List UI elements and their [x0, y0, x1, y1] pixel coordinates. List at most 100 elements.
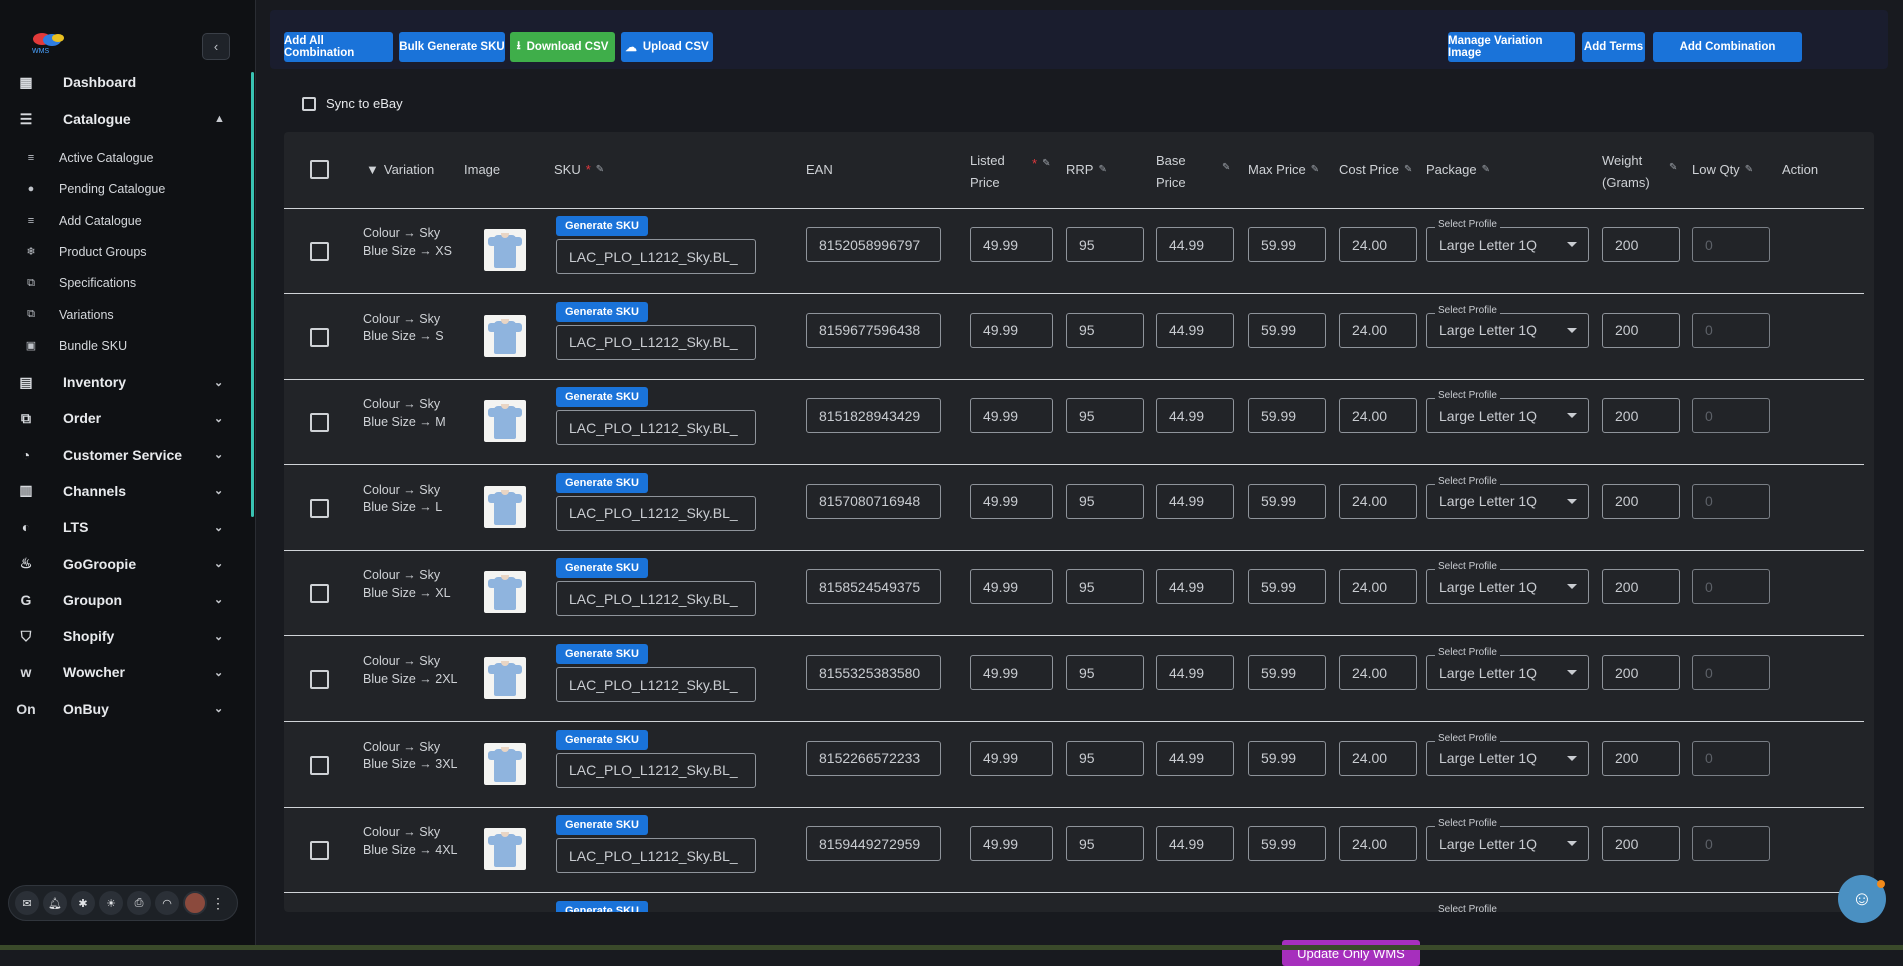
- ean-input[interactable]: 8152266572233: [806, 741, 941, 776]
- base-price-input[interactable]: 44.99: [1156, 484, 1234, 519]
- mail-icon[interactable]: ✉: [15, 891, 39, 915]
- nav-channels[interactable]: ▥Channels⌄: [0, 473, 240, 509]
- weight-input[interactable]: 200: [1602, 655, 1680, 690]
- user-avatar[interactable]: [183, 891, 207, 915]
- nav-onbuy[interactable]: OnOnBuy⌄: [0, 691, 240, 727]
- max-price-input[interactable]: 59.99: [1248, 569, 1326, 604]
- sidebar-item-bundle-sku[interactable]: ▣Bundle SKU: [0, 331, 240, 361]
- download-csv-button[interactable]: ⭳ Download CSV: [510, 32, 615, 62]
- ean-input[interactable]: 8159677596438: [806, 313, 941, 348]
- row-checkbox[interactable]: [310, 756, 329, 775]
- low-qty-input[interactable]: 0: [1692, 484, 1770, 519]
- cost-price-input[interactable]: 24.00: [1339, 569, 1417, 604]
- generate-sku-button[interactable]: Generate SKU: [556, 473, 648, 493]
- update-only-wms-button[interactable]: Update Only WMS: [1282, 940, 1420, 966]
- listed-price-input[interactable]: 49.99: [970, 826, 1053, 861]
- cost-price-input[interactable]: 24.00: [1339, 484, 1417, 519]
- base-price-input[interactable]: 44.99: [1156, 826, 1234, 861]
- add-terms-button[interactable]: Add Terms: [1582, 32, 1645, 62]
- edit-base-price-pencil-icon[interactable]: ✎: [1222, 162, 1230, 173]
- low-qty-input[interactable]: 0: [1692, 569, 1770, 604]
- sku-input[interactable]: LAC_PLO_L1212_Sky.BL_: [556, 325, 756, 360]
- edit-weight-pencil-icon[interactable]: ✎: [1669, 162, 1677, 173]
- base-price-input[interactable]: 44.99: [1156, 227, 1234, 262]
- generate-sku-button[interactable]: Generate SKU: [556, 644, 648, 664]
- sidebar-scrollbar[interactable]: [251, 72, 254, 517]
- generate-sku-button[interactable]: Generate SKU: [556, 216, 648, 236]
- ean-input[interactable]: 8159449272959: [806, 826, 941, 861]
- rrp-input[interactable]: 95: [1066, 398, 1144, 433]
- nav-groupon[interactable]: GGroupon⌄: [0, 582, 240, 618]
- max-price-input[interactable]: 59.99: [1248, 227, 1326, 262]
- row-checkbox[interactable]: [310, 584, 329, 603]
- max-price-input[interactable]: 59.99: [1248, 484, 1326, 519]
- low-qty-input[interactable]: 0: [1692, 227, 1770, 262]
- cost-price-input[interactable]: 24.00: [1339, 398, 1417, 433]
- edit-low-qty-pencil-icon[interactable]: ✎: [1745, 164, 1753, 175]
- max-price-input[interactable]: 59.99: [1248, 826, 1326, 861]
- package-select[interactable]: Select ProfileLarge Letter 1Q: [1426, 313, 1589, 348]
- sidebar-item-product-groups[interactable]: ❄Product Groups: [0, 237, 240, 267]
- theme-sun-icon[interactable]: ☀: [99, 891, 123, 915]
- add-all-combination-button[interactable]: Add All Combination: [284, 32, 393, 62]
- package-select[interactable]: Select ProfileLarge Letter 1Q: [1426, 741, 1589, 776]
- nav-inventory[interactable]: ▤Inventory⌄: [0, 364, 240, 400]
- variation-image[interactable]: [484, 571, 526, 613]
- sku-input[interactable]: LAC_PLO_L1212_Sky.BL_: [556, 581, 756, 616]
- filter-icon[interactable]: ▼: [366, 162, 379, 177]
- weight-input[interactable]: 200: [1602, 826, 1680, 861]
- cost-price-input[interactable]: 24.00: [1339, 826, 1417, 861]
- sidebar-item-active-catalogue[interactable]: ≡Active Catalogue: [0, 143, 240, 173]
- listed-price-input[interactable]: 49.99: [970, 569, 1053, 604]
- cost-price-input[interactable]: 24.00: [1339, 655, 1417, 690]
- listed-price-input[interactable]: 49.99: [970, 484, 1053, 519]
- sku-input[interactable]: LAC_PLO_L1212_Sky.BL_: [556, 239, 756, 274]
- weight-input[interactable]: 200: [1602, 569, 1680, 604]
- generate-sku-button[interactable]: Generate SKU: [556, 302, 648, 322]
- base-price-input[interactable]: 44.99: [1156, 741, 1234, 776]
- sku-input[interactable]: LAC_PLO_L1212_Sky.BL_: [556, 753, 756, 788]
- cost-price-input[interactable]: 24.00: [1339, 313, 1417, 348]
- listed-price-input[interactable]: 49.99: [970, 741, 1053, 776]
- rrp-input[interactable]: 95: [1066, 826, 1144, 861]
- sidebar-item-pending-catalogue[interactable]: ●Pending Catalogue: [0, 174, 240, 204]
- headset-support-icon[interactable]: ◠: [155, 891, 179, 915]
- base-price-input[interactable]: 44.99: [1156, 655, 1234, 690]
- max-price-input[interactable]: 59.99: [1248, 655, 1326, 690]
- nav-order[interactable]: ⧉Order⌄: [0, 400, 240, 436]
- nav-customer-service[interactable]: ◔Customer Service⌄: [0, 437, 240, 473]
- low-qty-input[interactable]: 0: [1692, 398, 1770, 433]
- variation-image[interactable]: [484, 743, 526, 785]
- edit-listed-price-pencil-icon[interactable]: ✎: [1042, 158, 1050, 169]
- package-select[interactable]: Select ProfileLarge Letter 1Q: [1426, 655, 1589, 690]
- row-checkbox[interactable]: [310, 670, 329, 689]
- weight-input[interactable]: 200: [1602, 741, 1680, 776]
- row-checkbox[interactable]: [310, 499, 329, 518]
- nav-shopify[interactable]: ⛉Shopify⌄: [0, 618, 240, 654]
- package-select[interactable]: Select ProfileLarge Letter 1Q: [1426, 826, 1589, 861]
- edit-cost-price-pencil-icon[interactable]: ✎: [1404, 164, 1412, 175]
- rrp-input[interactable]: 95: [1066, 484, 1144, 519]
- package-select[interactable]: Select ProfileLarge Letter 1Q: [1426, 569, 1589, 604]
- edit-package-pencil-icon[interactable]: ✎: [1482, 164, 1490, 175]
- row-checkbox[interactable]: [310, 413, 329, 432]
- rrp-input[interactable]: 95: [1066, 227, 1144, 262]
- manage-variation-image-button[interactable]: Manage Variation Image: [1448, 32, 1575, 62]
- sidebar-item-variations[interactable]: ⧉Variations: [0, 300, 240, 330]
- rrp-input[interactable]: 95: [1066, 569, 1144, 604]
- sidebar-item-specifications[interactable]: ⧉Specifications: [0, 268, 240, 298]
- bulk-generate-sku-button[interactable]: Bulk Generate SKU: [399, 32, 505, 62]
- upload-csv-button[interactable]: ☁ Upload CSV: [621, 32, 713, 62]
- base-price-input[interactable]: 44.99: [1156, 569, 1234, 604]
- cost-price-input[interactable]: 24.00: [1339, 741, 1417, 776]
- nav-dashboard[interactable]: ▦Dashboard: [0, 64, 240, 100]
- listed-price-input[interactable]: 49.99: [970, 398, 1053, 433]
- listed-price-input[interactable]: 49.99: [970, 313, 1053, 348]
- weight-input[interactable]: 200: [1602, 484, 1680, 519]
- bell-icon[interactable]: 🔔︎: [43, 891, 67, 915]
- cost-price-input[interactable]: 24.00: [1339, 227, 1417, 262]
- base-price-input[interactable]: 44.99: [1156, 398, 1234, 433]
- header-variation[interactable]: ▼ Variation: [366, 162, 434, 177]
- rrp-input[interactable]: 95: [1066, 655, 1144, 690]
- generate-sku-button[interactable]: Generate SKU: [556, 815, 648, 835]
